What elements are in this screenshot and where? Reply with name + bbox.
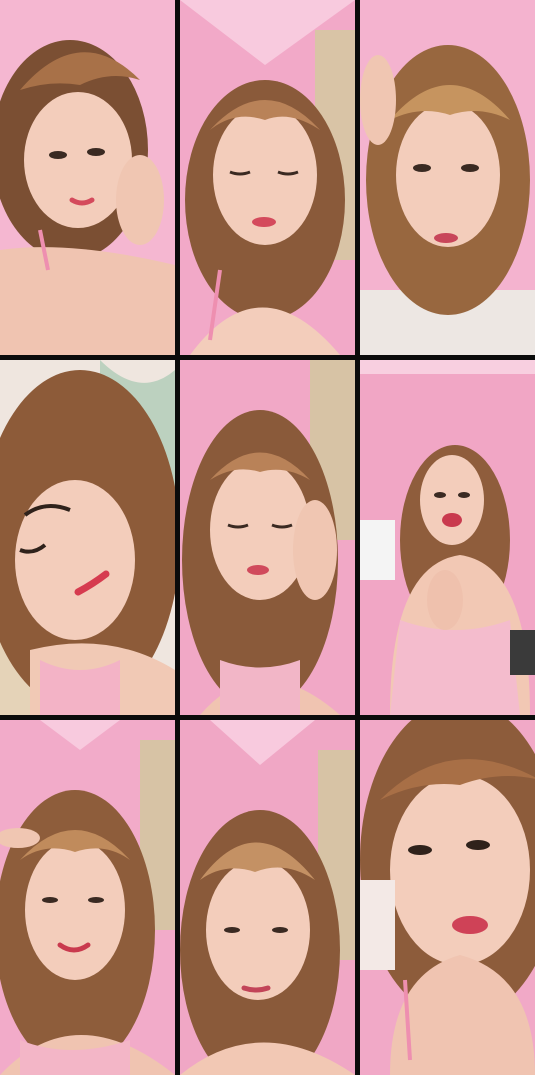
portrait-illustration — [360, 0, 535, 355]
portrait-illustration — [360, 720, 535, 1075]
photo-tile — [360, 360, 535, 715]
photo-tile — [360, 0, 535, 355]
portrait-illustration — [0, 0, 175, 355]
photo-tile — [180, 720, 355, 1075]
portrait-illustration — [0, 720, 175, 1075]
portrait-illustration — [0, 360, 175, 715]
photo-tile — [0, 720, 175, 1075]
photo-tile — [360, 720, 535, 1075]
photo-tile — [0, 360, 175, 715]
portrait-illustration — [360, 360, 535, 715]
photo-tile — [0, 0, 175, 355]
portrait-illustration — [180, 0, 355, 355]
photo-tile — [180, 360, 355, 715]
photo-collage-grid — [0, 0, 535, 1075]
photo-tile — [180, 0, 355, 355]
portrait-illustration — [180, 720, 355, 1075]
portrait-illustration — [180, 360, 355, 715]
